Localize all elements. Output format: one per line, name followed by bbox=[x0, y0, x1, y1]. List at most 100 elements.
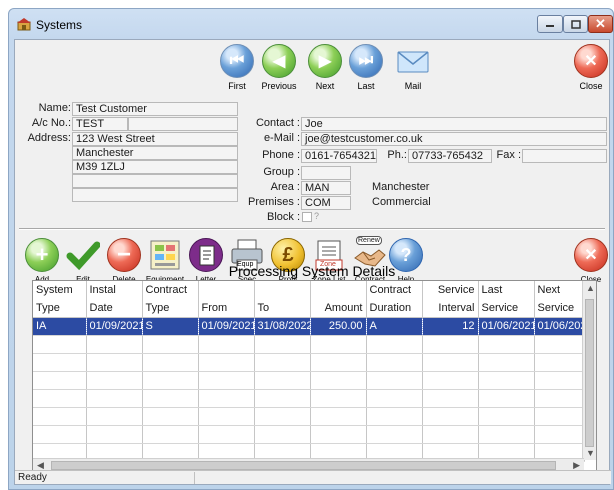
table-row-selected[interactable]: IA 01/09/2021 S 01/09/2021 31/08/2022 250.00 A… bbox=[33, 317, 585, 336]
area-code-field: MAN bbox=[301, 181, 351, 195]
column-header-top[interactable]: Contract bbox=[142, 281, 199, 299]
column-header-top[interactable]: Last bbox=[478, 281, 535, 299]
ph-label: Ph.: bbox=[387, 149, 407, 161]
column-header-bottom[interactable]: To bbox=[254, 299, 311, 318]
email-field: joe@testcustomer.co.uk bbox=[301, 132, 607, 146]
system-details-table: System Instal Contract Contract Service Last N… bbox=[33, 281, 585, 462]
table-cell: 31/08/2022 bbox=[254, 317, 311, 336]
scroll-up-icon[interactable]: ▲ bbox=[586, 283, 595, 293]
table-cell bbox=[534, 425, 585, 444]
table-body: IA 01/09/2021 S 01/09/2021 31/08/2022 250.00 A… bbox=[33, 317, 585, 462]
section-title: Processing System Details bbox=[228, 263, 396, 279]
table-cell bbox=[142, 335, 199, 354]
column-header-bottom[interactable]: Service bbox=[534, 299, 585, 318]
next-button[interactable]: ▶ Next bbox=[305, 44, 345, 92]
column-header-top[interactable] bbox=[310, 281, 367, 299]
table-cell bbox=[478, 407, 535, 426]
block-question: ? bbox=[314, 211, 320, 221]
table-cell bbox=[33, 407, 87, 426]
table-row-empty[interactable] bbox=[33, 407, 585, 426]
first-icon: ⏮ bbox=[220, 44, 254, 78]
maximize-icon bbox=[570, 19, 581, 29]
column-header-bottom[interactable]: Type bbox=[33, 299, 87, 318]
header-row-bottom: Type Date Type From To Amount Duration Interval… bbox=[33, 299, 585, 318]
email-label: e-Mail : bbox=[263, 132, 300, 144]
group-label: Group : bbox=[263, 166, 300, 178]
maximize-button[interactable] bbox=[563, 15, 588, 33]
close-x-icon: ✕ bbox=[595, 16, 606, 31]
mail-button[interactable]: Mail bbox=[393, 44, 433, 92]
header-row-top: System Instal Contract Contract Service Last N… bbox=[33, 281, 585, 299]
column-header-bottom[interactable]: Service bbox=[478, 299, 535, 318]
vertical-scroll-thumb[interactable] bbox=[585, 299, 594, 447]
premises-code-field: COM bbox=[301, 196, 351, 210]
table-row-empty[interactable] bbox=[33, 425, 585, 444]
table-cell bbox=[422, 389, 479, 408]
column-header-bottom[interactable]: Type bbox=[142, 299, 199, 318]
column-header-top[interactable] bbox=[198, 281, 255, 299]
address-line-4 bbox=[72, 174, 238, 188]
table-cell bbox=[422, 353, 479, 372]
ac-label: A/c No.: bbox=[31, 117, 71, 129]
column-header-bottom[interactable]: From bbox=[198, 299, 255, 318]
table-cell bbox=[422, 335, 479, 354]
system-details-grid[interactable]: System Instal Contract Contract Service Last N… bbox=[32, 280, 597, 473]
table-cell: S bbox=[142, 317, 199, 336]
ac-number-field: TEST bbox=[72, 117, 128, 131]
block-checkbox[interactable] bbox=[302, 212, 312, 222]
first-button[interactable]: ⏮ First bbox=[217, 44, 257, 92]
window-close-button[interactable]: ✕ bbox=[588, 15, 613, 33]
previous-button[interactable]: ◀ Previous bbox=[259, 44, 299, 92]
table-cell bbox=[254, 335, 311, 354]
column-header-top[interactable]: Service bbox=[422, 281, 479, 299]
mail-icon bbox=[396, 44, 430, 78]
column-header-top[interactable]: Contract bbox=[366, 281, 423, 299]
name-field: Test Customer bbox=[72, 102, 238, 116]
table-row-empty[interactable] bbox=[33, 389, 585, 408]
minimize-button[interactable] bbox=[537, 15, 563, 33]
table-cell bbox=[86, 425, 143, 444]
table-row-empty[interactable] bbox=[33, 353, 585, 372]
vertical-scrollbar[interactable]: ▲ ▼ bbox=[582, 281, 596, 460]
address-line-2: Manchester bbox=[72, 146, 238, 160]
mail-label: Mail bbox=[404, 81, 422, 91]
column-header-top[interactable]: Next bbox=[534, 281, 585, 299]
table-cell bbox=[254, 371, 311, 390]
table-cell bbox=[366, 425, 423, 444]
table-cell bbox=[478, 371, 535, 390]
divider bbox=[19, 228, 605, 230]
column-header-top[interactable] bbox=[254, 281, 311, 299]
phone-label: Phone : bbox=[262, 149, 300, 161]
phone-field: 0161-7654321 bbox=[301, 149, 377, 163]
table-cell bbox=[198, 353, 255, 372]
last-label: Last bbox=[357, 81, 375, 91]
column-header-top[interactable]: Instal bbox=[86, 281, 143, 299]
table-cell bbox=[310, 335, 367, 354]
column-header-top[interactable]: System bbox=[33, 281, 87, 299]
table-cell: A bbox=[366, 317, 423, 336]
first-label: First bbox=[228, 81, 246, 91]
table-row-empty[interactable] bbox=[33, 371, 585, 390]
table-cell bbox=[33, 371, 87, 390]
last-button[interactable]: ⏭ Last bbox=[346, 44, 386, 92]
status-panel bbox=[195, 472, 611, 484]
table-cell bbox=[422, 407, 479, 426]
scroll-down-icon[interactable]: ▼ bbox=[586, 448, 595, 458]
column-header-bottom[interactable]: Date bbox=[86, 299, 143, 318]
close-top-label: Close bbox=[579, 81, 603, 91]
column-header-bottom[interactable]: Amount bbox=[310, 299, 367, 318]
close-top-button[interactable]: ✕ Close bbox=[571, 44, 611, 92]
close-icon: ✕ bbox=[574, 44, 608, 78]
table-cell: 250.00 bbox=[310, 317, 367, 336]
table-row-empty[interactable] bbox=[33, 335, 585, 354]
column-header-bottom[interactable]: Interval bbox=[422, 299, 479, 318]
table-cell bbox=[310, 353, 367, 372]
table-cell bbox=[534, 371, 585, 390]
horizontal-scroll-thumb[interactable] bbox=[51, 461, 556, 470]
table-cell bbox=[422, 425, 479, 444]
table-cell: 01/06/2022 bbox=[534, 317, 585, 336]
table-cell bbox=[142, 353, 199, 372]
table-cell bbox=[86, 335, 143, 354]
column-header-bottom[interactable]: Duration bbox=[366, 299, 423, 318]
table-cell bbox=[86, 389, 143, 408]
